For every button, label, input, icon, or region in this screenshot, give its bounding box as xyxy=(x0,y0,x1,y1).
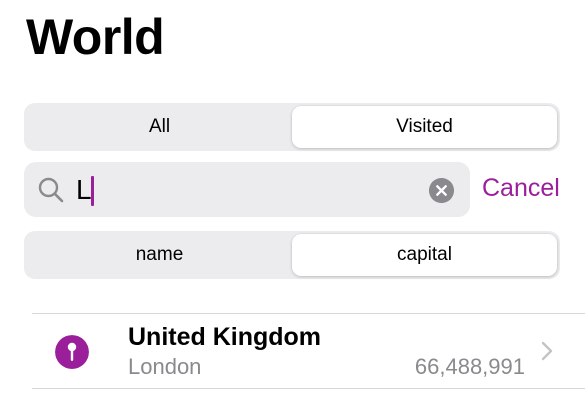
clear-search-icon[interactable] xyxy=(429,178,454,203)
search-input[interactable] xyxy=(76,171,416,208)
search-icon xyxy=(38,177,64,203)
pin-icon xyxy=(55,335,89,369)
segment-visited[interactable]: Visited xyxy=(292,106,557,148)
country-population: 66,488,991 xyxy=(414,354,525,379)
text-cursor xyxy=(91,176,94,206)
chevron-right-icon xyxy=(541,341,553,361)
segment-all[interactable]: All xyxy=(27,106,292,148)
list-bottom-divider xyxy=(32,388,585,389)
cancel-button[interactable]: Cancel xyxy=(482,174,560,203)
visited-filter-segmented-control: All Visited xyxy=(24,103,560,151)
segment-capital[interactable]: capital xyxy=(292,234,557,276)
segment-name[interactable]: name xyxy=(27,234,292,276)
page-title: World xyxy=(26,9,165,65)
world-screen: World All Visited Cancel name capital Un… xyxy=(0,0,585,400)
country-row[interactable]: United Kingdom London 66,488,991 xyxy=(0,314,585,388)
country-name: United Kingdom xyxy=(128,323,322,351)
country-capital: London xyxy=(128,354,202,379)
search-scope-segmented-control: name capital xyxy=(24,231,560,279)
